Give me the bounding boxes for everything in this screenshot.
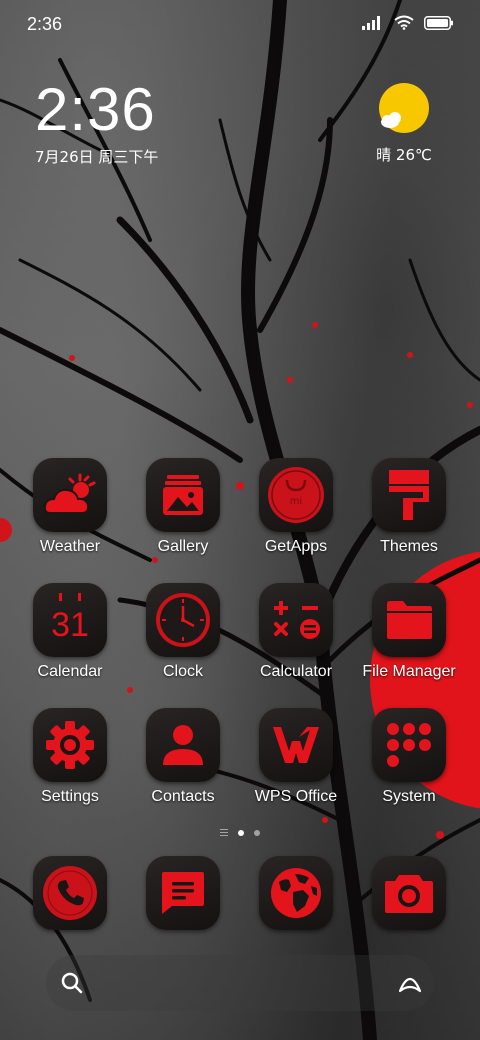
browser-icon (259, 856, 333, 930)
search-bar[interactable] (46, 955, 434, 1011)
app-label: File Manager (362, 663, 456, 680)
app-label: Contacts (151, 788, 215, 805)
page-dot-active (238, 829, 244, 836)
svg-text:mi: mi (290, 496, 303, 507)
app-label: Themes (380, 538, 438, 555)
sunny-partly-cloudy-icon (378, 82, 430, 134)
clock-icon (146, 583, 220, 657)
messages-icon (146, 856, 220, 930)
app-file-manager[interactable]: File Manager (353, 583, 465, 681)
gallery-icon (146, 458, 220, 532)
wps-icon (259, 708, 333, 782)
search-icon[interactable] (60, 971, 84, 995)
status-bar: 2:36 (0, 0, 480, 52)
themes-icon (372, 458, 446, 532)
app-gallery[interactable]: Gallery (127, 458, 239, 556)
app-calendar[interactable]: 31 Calendar (14, 583, 126, 681)
status-time: 2:36 (27, 14, 63, 34)
weather-widget[interactable]: 晴 26℃ (364, 82, 444, 165)
app-calculator[interactable]: Calculator (240, 583, 352, 681)
signal-icon (362, 15, 380, 30)
dock-messages[interactable] (127, 856, 239, 930)
app-label: WPS Office (254, 788, 338, 805)
calendar-icon: 31 (33, 583, 107, 657)
status-icons (362, 15, 454, 30)
app-weather[interactable]: Weather (14, 458, 126, 556)
app-settings[interactable]: Settings (14, 708, 126, 806)
app-label: GetApps (264, 538, 328, 555)
app-clock[interactable]: Clock (127, 583, 239, 681)
app-wps-office[interactable]: WPS Office (240, 708, 352, 806)
dock-camera[interactable] (353, 856, 465, 930)
page-indicator-menu-icon (220, 829, 228, 836)
app-getapps[interactable]: mi GetApps (240, 458, 352, 556)
app-contacts[interactable]: Contacts (127, 708, 239, 806)
app-label: Weather (39, 538, 101, 555)
folder-icon (372, 583, 446, 657)
clock-widget[interactable]: 2:36 7月26日 周三下午 (35, 80, 158, 167)
weather-condition: 晴 26℃ (376, 146, 432, 164)
app-label: Gallery (157, 538, 209, 555)
phone-icon (33, 856, 107, 930)
app-label: Clock (162, 663, 203, 680)
clock-time: 2:36 (35, 76, 156, 143)
contacts-icon (146, 708, 220, 782)
page-indicator[interactable] (0, 829, 480, 836)
assistant-icon[interactable] (396, 971, 424, 995)
app-label: Settings (41, 788, 99, 805)
battery-icon (424, 15, 453, 30)
gear-icon (33, 708, 107, 782)
system-folder-icon (372, 708, 446, 782)
app-label: System (382, 788, 436, 805)
wifi-icon (394, 15, 414, 30)
clock-date: 7月26日 周三下午 (35, 148, 159, 166)
dock-phone[interactable] (14, 856, 126, 930)
app-label: Calculator (259, 663, 333, 680)
page-dot (254, 829, 260, 836)
app-themes[interactable]: Themes (353, 458, 465, 556)
weather-icon (33, 458, 107, 532)
app-label: Calendar (37, 663, 103, 680)
camera-icon (372, 856, 446, 930)
app-system-folder[interactable]: System (353, 708, 465, 806)
getapps-icon: mi (259, 458, 333, 532)
dock-browser[interactable] (240, 856, 352, 930)
calculator-icon (259, 583, 333, 657)
